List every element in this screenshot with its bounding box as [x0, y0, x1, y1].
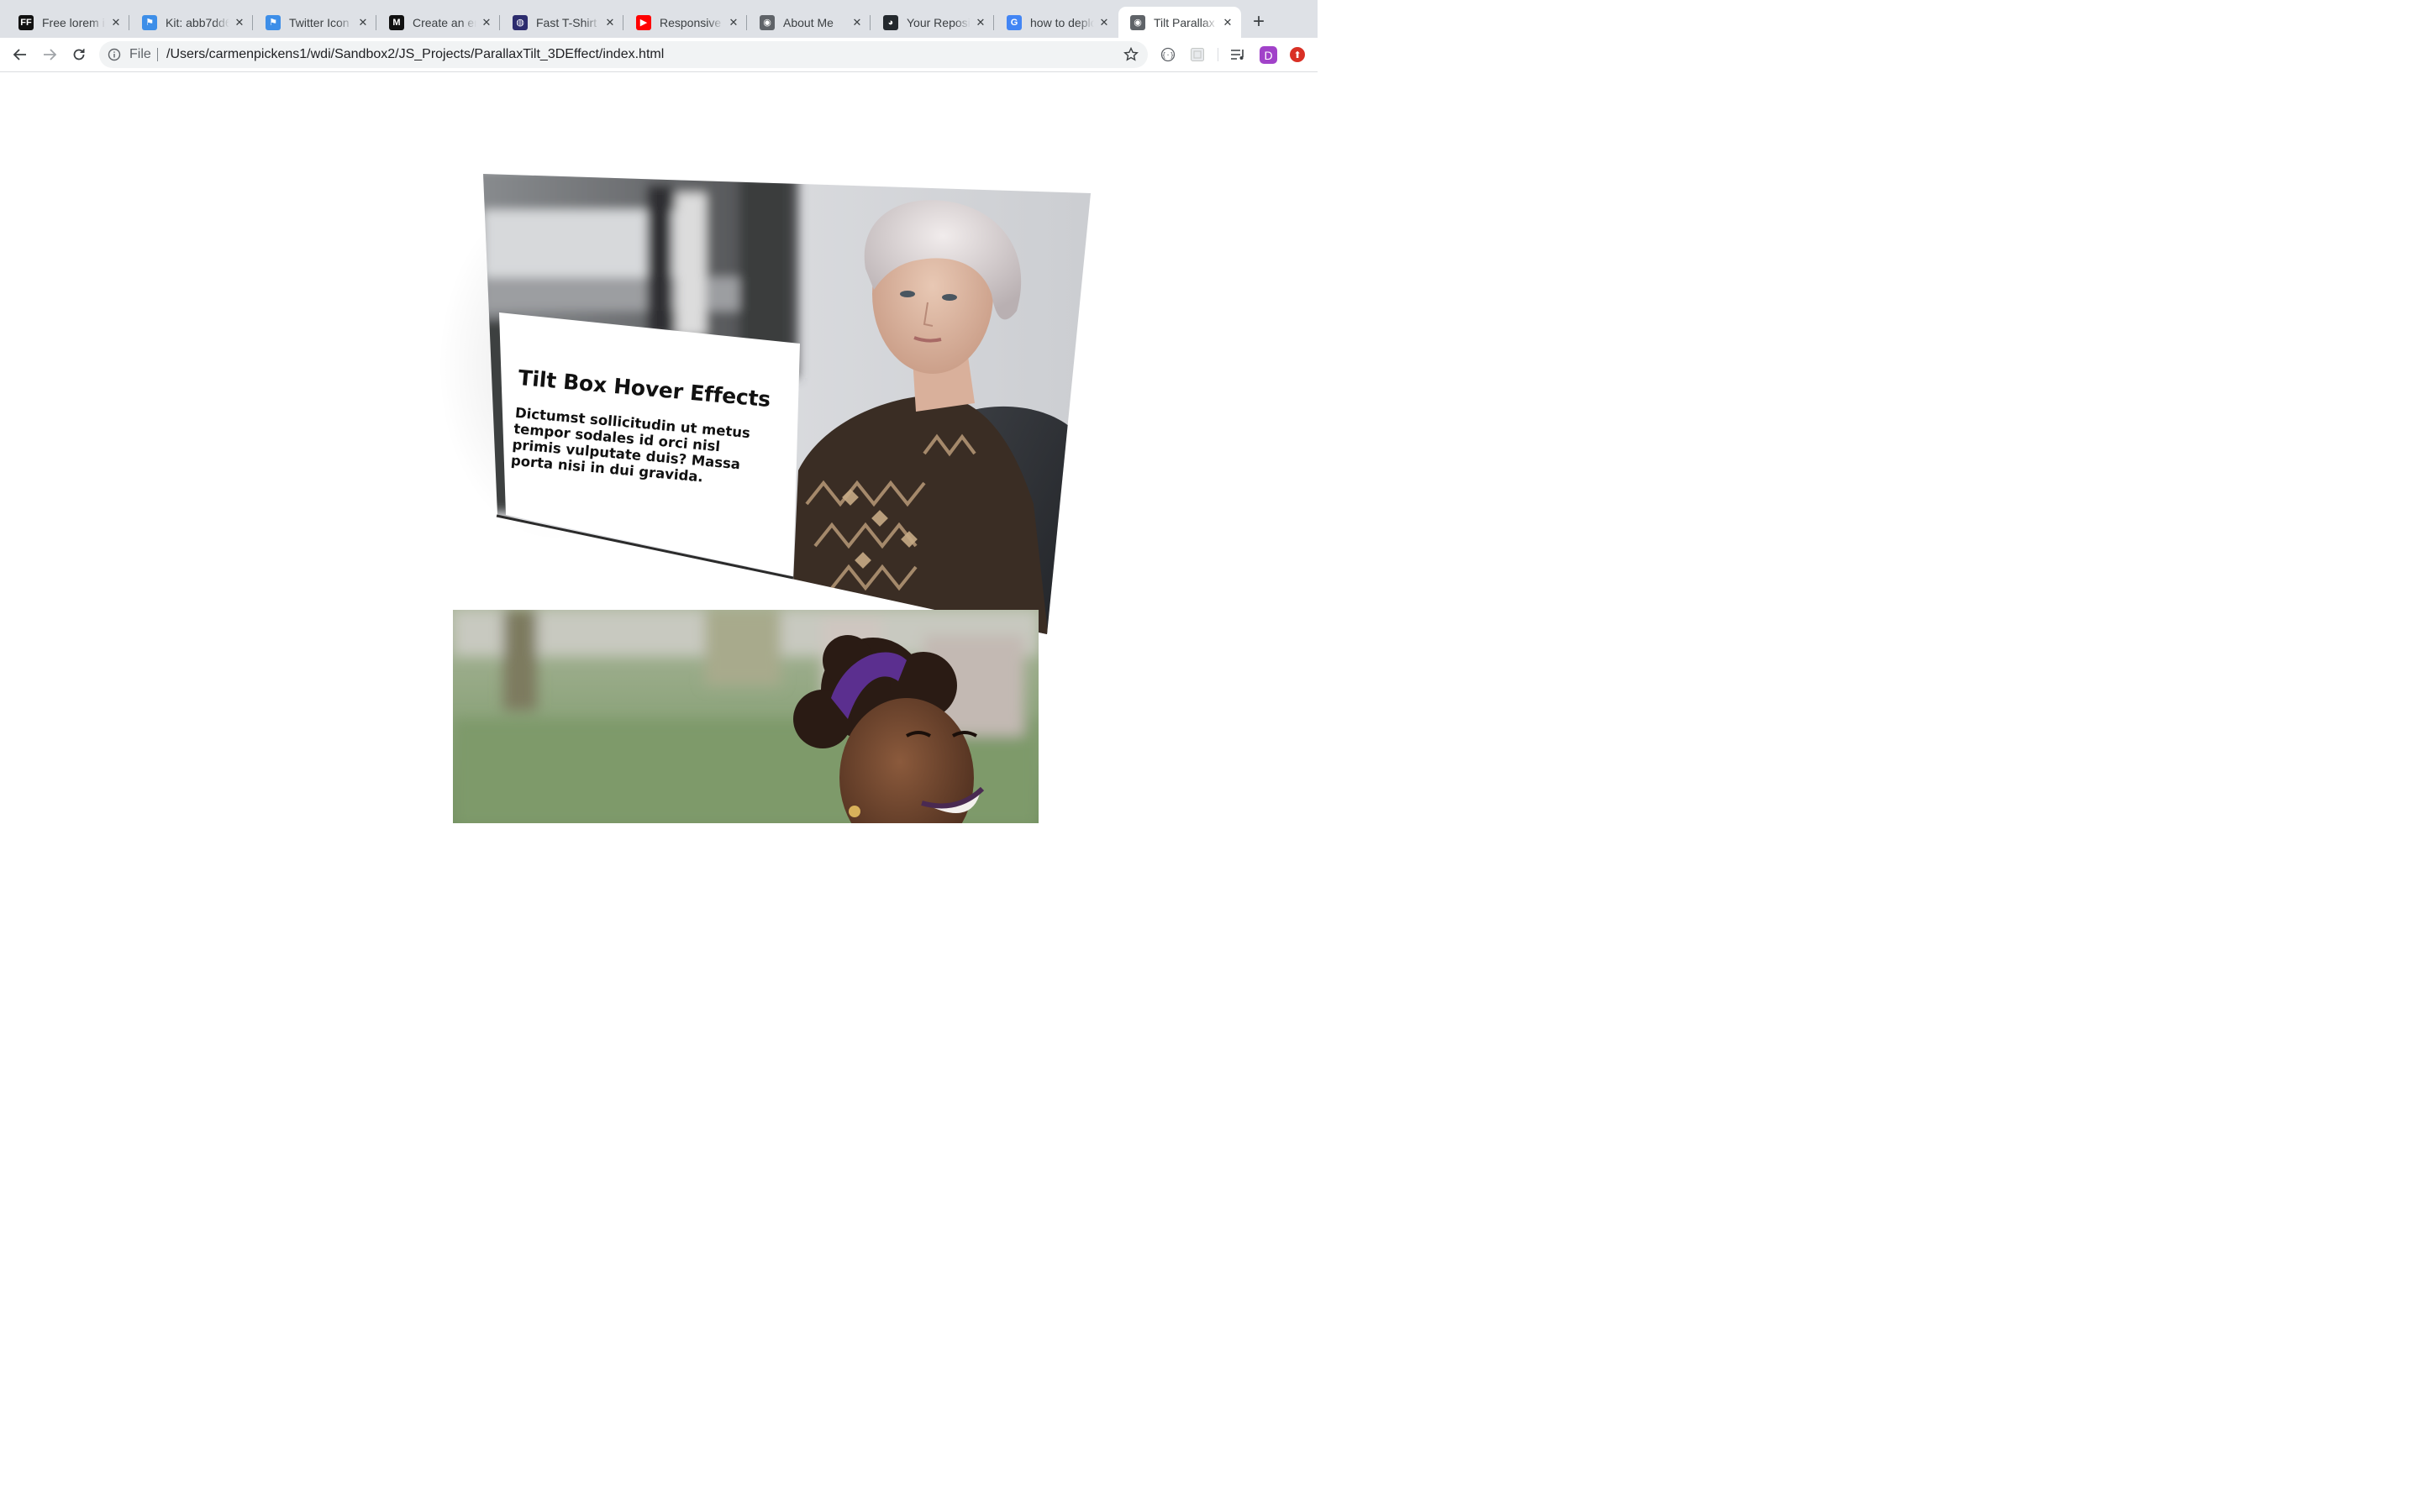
- tab-separator: [746, 15, 747, 30]
- medium-icon: M: [389, 14, 404, 30]
- browser-tab[interactable]: ◉ About Me ✕: [748, 7, 871, 38]
- tab-separator: [499, 15, 500, 30]
- info-icon[interactable]: [108, 48, 121, 61]
- new-tab-button[interactable]: +: [1247, 10, 1270, 34]
- tab-title: Responsive: [660, 15, 722, 29]
- close-icon[interactable]: ✕: [1221, 16, 1234, 29]
- close-icon[interactable]: ✕: [974, 16, 987, 29]
- globe-icon: ◉: [1130, 14, 1145, 30]
- page-content: Tilt Box Hover Effects Dictumst sollicit…: [0, 72, 1318, 823]
- reload-icon: [73, 49, 85, 60]
- back-arrow-icon: [13, 49, 26, 60]
- browser-tab[interactable]: ◉ Tilt Parallax ✕: [1118, 7, 1241, 38]
- tab-title: Tilt Parallax: [1154, 15, 1215, 29]
- tab-separator: [993, 15, 994, 30]
- tilt-card-second[interactable]: [453, 610, 1039, 823]
- second-card-photo: [453, 610, 1039, 823]
- tab-title: Fast T-Shirt: [536, 15, 597, 29]
- flag-icon: ⚑: [266, 14, 281, 30]
- tab-title: Free lorem ipsum: [42, 15, 106, 29]
- github-icon: ◕: [883, 14, 898, 30]
- tab-title: Create an en: [413, 15, 476, 29]
- tab-separator: [870, 15, 871, 30]
- close-icon[interactable]: ✕: [109, 16, 123, 29]
- ff-icon: FF: [18, 14, 34, 30]
- forward-arrow-icon: [44, 49, 57, 60]
- address-bar[interactable]: File /Users/carmenpickens1/wdi/Sandbox2/…: [99, 41, 1148, 68]
- browser-tab[interactable]: ⚑ Twitter Icon ✕: [254, 7, 376, 38]
- tshirt-site-icon: ◍: [513, 14, 528, 30]
- tab-separator: [252, 15, 253, 30]
- url-text[interactable]: /Users/carmenpickens1/wdi/Sandbox2/JS_Pr…: [166, 47, 664, 62]
- youtube-icon: ▶: [636, 14, 651, 30]
- close-icon[interactable]: ✕: [850, 16, 864, 29]
- reading-list-icon[interactable]: [1229, 46, 1246, 63]
- browser-toolbar: File /Users/carmenpickens1/wdi/Sandbox2/…: [0, 38, 1318, 72]
- close-icon[interactable]: ✕: [603, 16, 617, 29]
- tab-title: Your Reposit: [907, 15, 971, 29]
- browser-tab[interactable]: Ghow to deplo ✕: [995, 7, 1118, 38]
- update-icon[interactable]: ⬆: [1290, 47, 1305, 62]
- close-icon[interactable]: ✕: [480, 16, 493, 29]
- profile-avatar[interactable]: D: [1260, 46, 1277, 64]
- url-divider: [157, 48, 158, 61]
- extension-code-icon[interactable]: {·}: [1160, 46, 1176, 63]
- browser-tab[interactable]: FF Free lorem ipsum✕: [7, 7, 129, 38]
- close-icon[interactable]: ✕: [233, 16, 246, 29]
- extension-grid-icon[interactable]: [1189, 46, 1206, 63]
- bookmark-star-icon[interactable]: [1123, 46, 1139, 63]
- back-button[interactable]: [10, 45, 30, 65]
- browser-tab[interactable]: ⚑ Kit: abb7dd6 ✕: [130, 7, 253, 38]
- tab-title: Twitter Icon: [289, 15, 350, 29]
- flag-icon: ⚑: [142, 14, 157, 30]
- svg-text:{·}: {·}: [1162, 51, 1174, 59]
- close-icon[interactable]: ✕: [1097, 16, 1111, 29]
- tab-strip: FFFree lorem ipsum✕⚑Kit: abb7dd6✕⚑Twitte…: [0, 0, 1318, 38]
- reload-button[interactable]: [69, 45, 89, 65]
- google-icon: G: [1007, 14, 1022, 30]
- browser-tab[interactable]: ▶ Responsive ✕: [624, 7, 747, 38]
- close-icon[interactable]: ✕: [727, 16, 740, 29]
- browser-tab[interactable]: ◍ Fast T-Shirt ✕: [501, 7, 623, 38]
- close-icon[interactable]: ✕: [356, 16, 370, 29]
- globe-icon: ◉: [760, 14, 775, 30]
- url-scheme-label: File: [129, 47, 151, 61]
- tab-title: About Me: [783, 15, 834, 29]
- card-text: Tilt Box Hover Effects Dictumst sollicit…: [510, 365, 771, 491]
- browser-tab[interactable]: ◕ Your Reposit ✕: [871, 7, 994, 38]
- tab-title: Kit: abb7dd6: [166, 15, 229, 29]
- browser-tab[interactable]: M Create an en ✕: [377, 7, 500, 38]
- forward-button[interactable]: [39, 45, 60, 65]
- tab-title: how to deplo: [1030, 15, 1094, 29]
